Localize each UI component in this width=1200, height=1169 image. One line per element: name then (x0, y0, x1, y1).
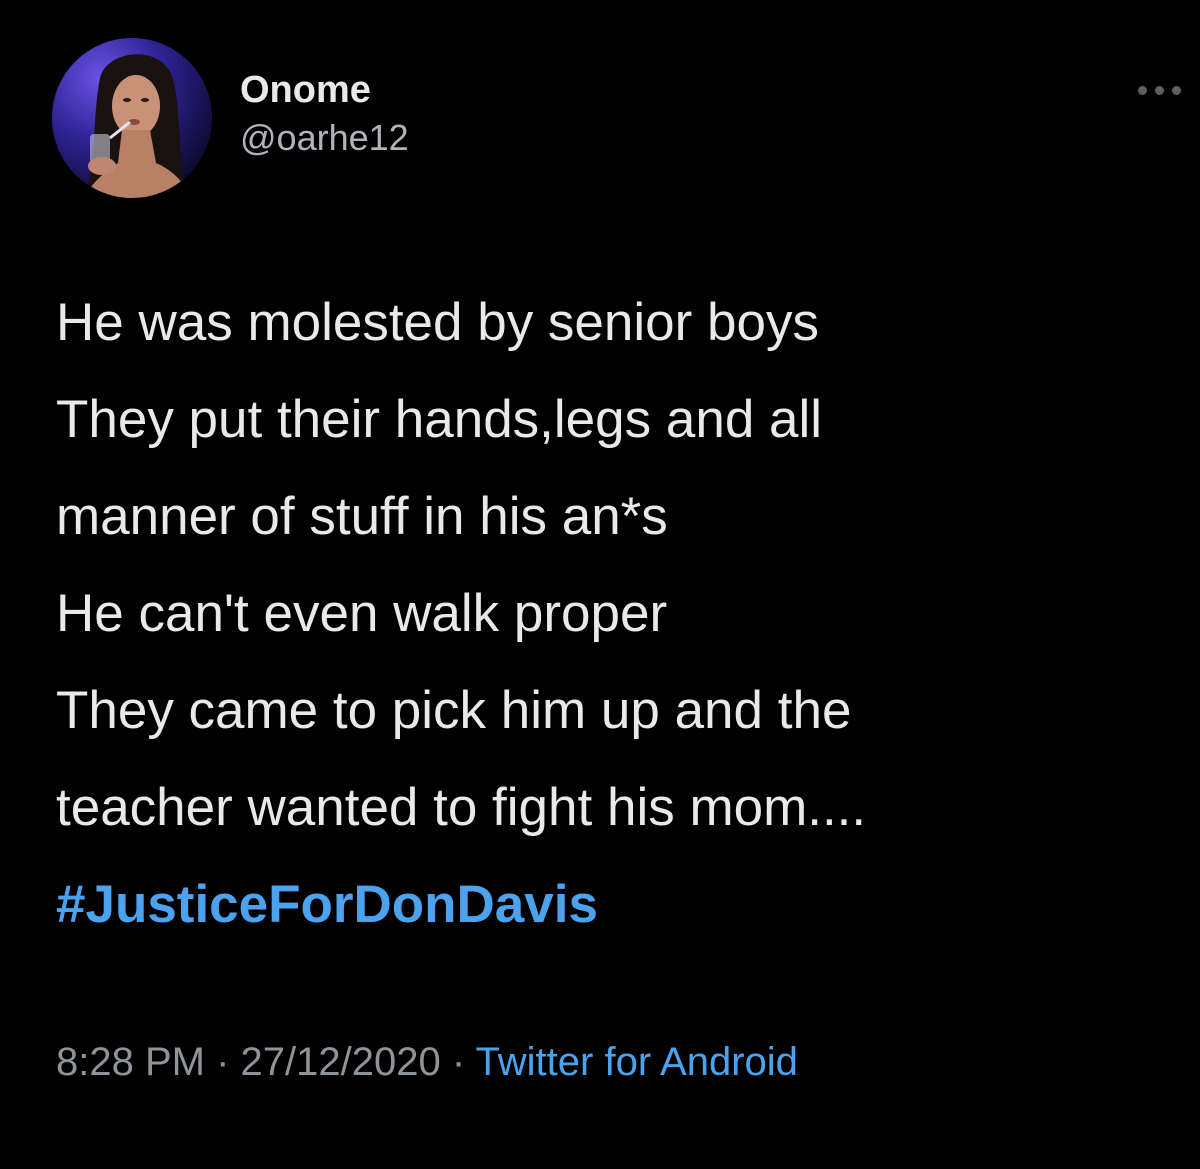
tweet-text-line: They put their hands,legs and all (56, 390, 823, 449)
meta-separator: · (204, 1040, 241, 1084)
display-name[interactable]: Onome (240, 68, 409, 112)
more-horizontal-icon[interactable] (1138, 80, 1188, 100)
tweet-time[interactable]: 8:28 PM (56, 1040, 205, 1084)
tweet-card: Onome @oarhe12 He was molested by senior… (0, 0, 1200, 1169)
tweet-text-line: He can't even walk proper (56, 584, 668, 643)
tweet-meta: 8:28 PM · 27/12/2020 · Twitter for Andro… (56, 1036, 798, 1088)
user-names: Onome @oarhe12 (240, 68, 409, 160)
tweet-date[interactable]: 27/12/2020 (241, 1040, 441, 1084)
meta-separator: · (440, 1040, 476, 1084)
tweet-source-link[interactable]: Twitter for Android (476, 1040, 798, 1084)
tweet-text-line: teacher wanted to fight his mom.... (56, 778, 867, 837)
tweet-text: He was molested by senior boys They put … (56, 274, 1166, 953)
tweet-text-line: He was molested by senior boys (56, 293, 819, 352)
avatar-image (52, 38, 212, 198)
tweet-text-line: They came to pick him up and the (56, 681, 852, 740)
hashtag-link[interactable]: #JusticeForDonDavis (56, 856, 1166, 953)
user-handle[interactable]: @oarhe12 (240, 116, 409, 160)
tweet-text-line: manner of stuff in his an*s (56, 487, 668, 546)
avatar[interactable] (52, 38, 212, 198)
